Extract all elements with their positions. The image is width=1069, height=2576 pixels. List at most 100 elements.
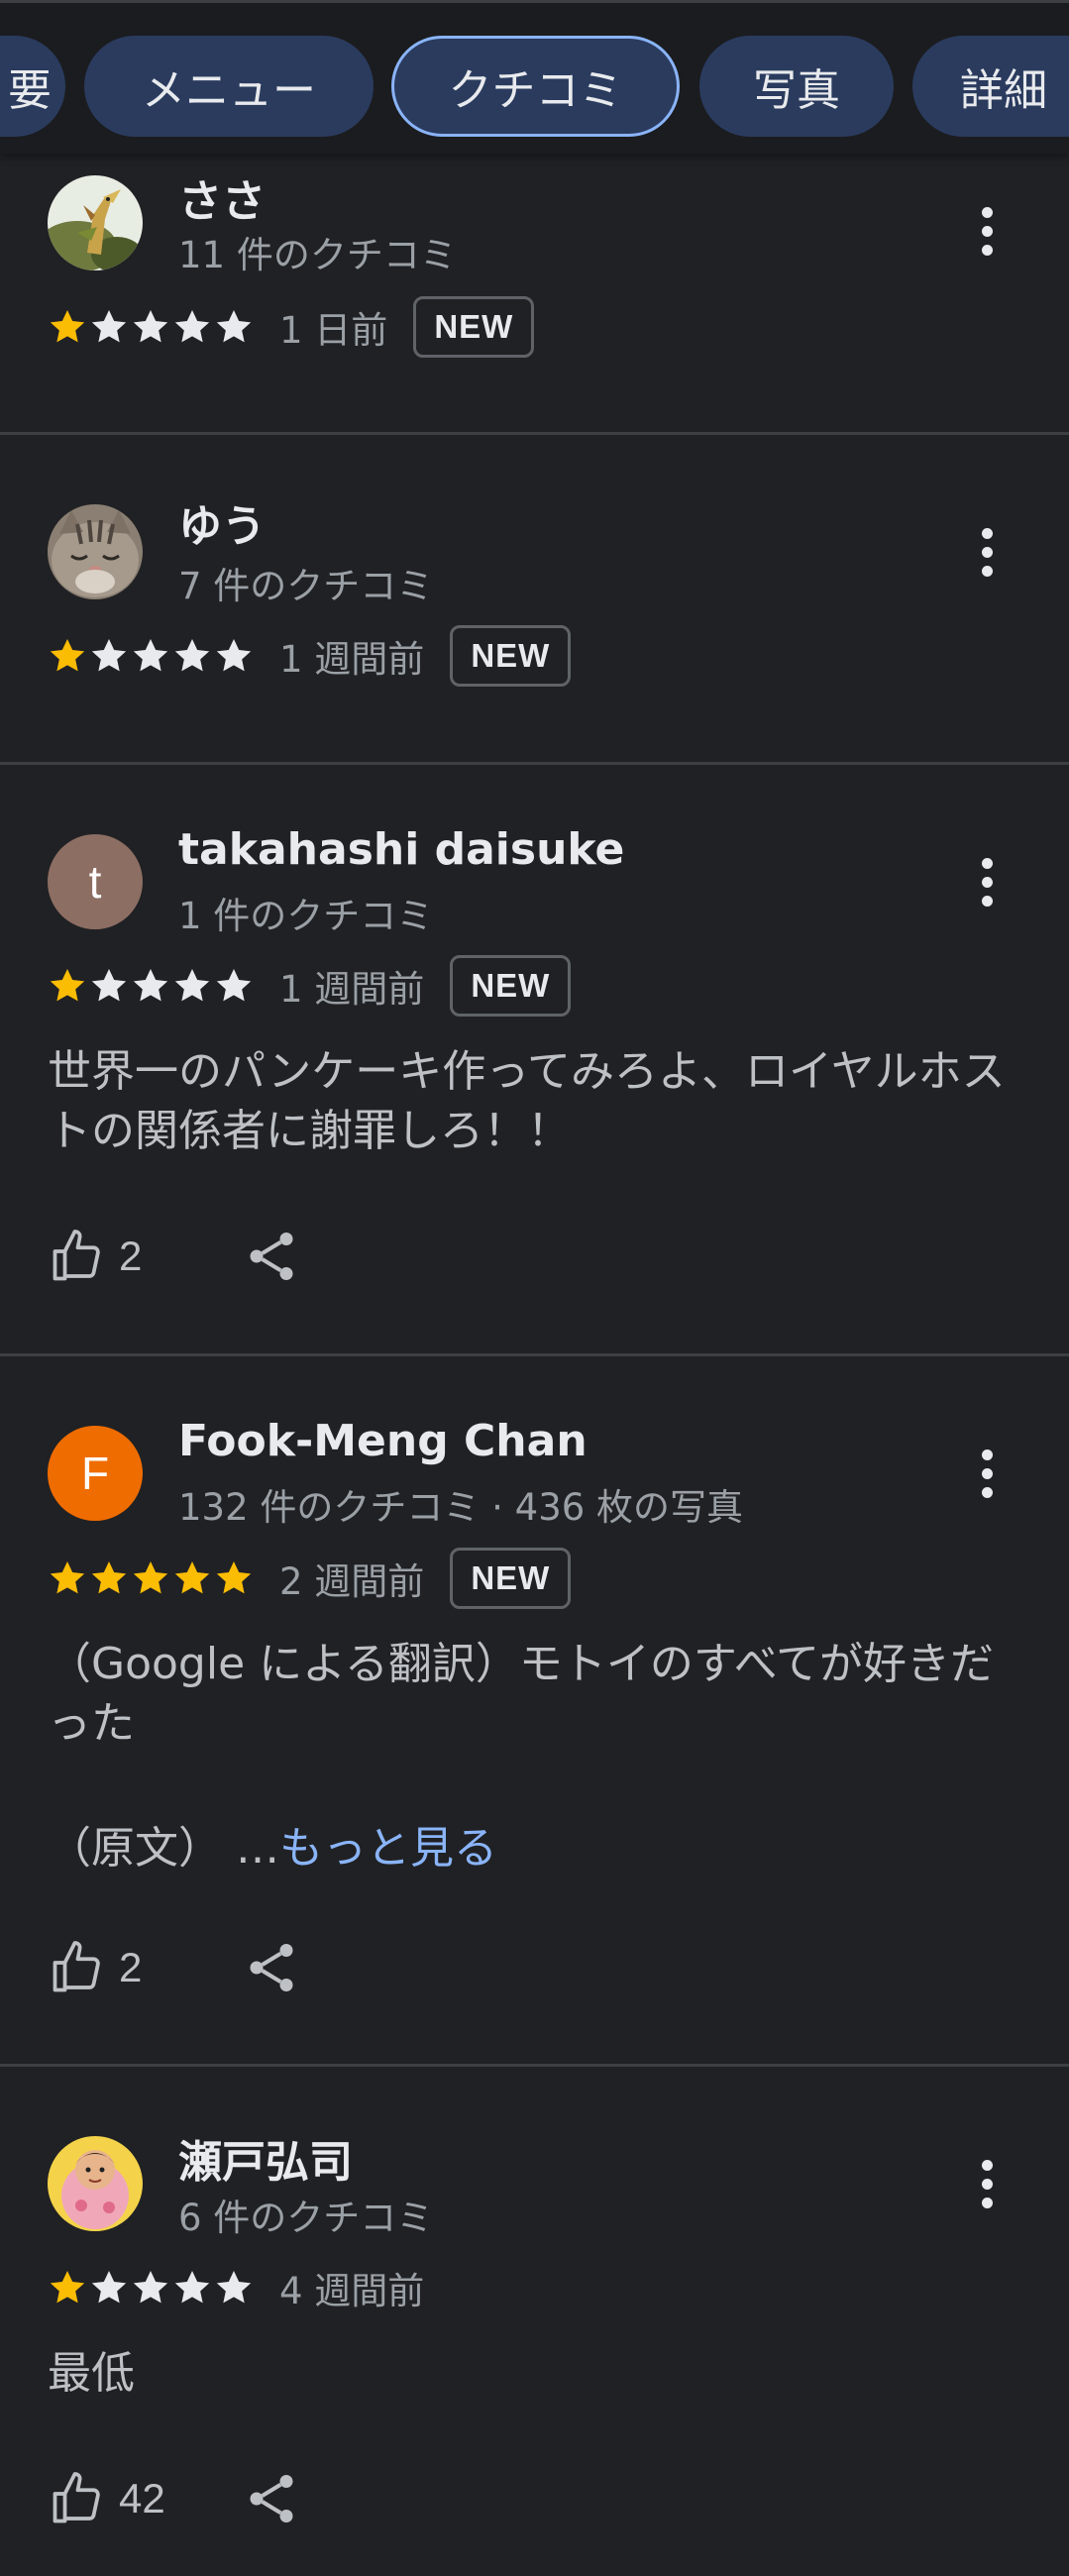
review-time: 1 週間前: [279, 968, 425, 1011]
reviewer-review-count: 1 件のクチコミ: [178, 895, 434, 937]
thumbs-up-icon: [53, 1230, 100, 1281]
star-empty-icon: [133, 2271, 168, 2304]
star-empty-icon: [174, 969, 210, 1002]
rating-row: 2 週間前 NEW: [48, 1546, 572, 1611]
star-empty-icon: [216, 639, 252, 672]
thumbs-up-icon: [53, 1941, 100, 1992]
reviewer-avatar[interactable]: [48, 175, 143, 270]
star-rating: [48, 307, 254, 347]
review-time: 1 日前: [279, 309, 388, 352]
reviews-screen: 要 メニュー クチコミ 写真 詳細 ささ 11 件のクチコミ 1 日前 NEW …: [0, 0, 1069, 2576]
read-more-link[interactable]: もっと見る: [279, 1823, 497, 1874]
reviewer-review-count: 7 件のクチコミ: [178, 565, 434, 607]
star-empty-icon: [216, 969, 252, 1002]
star-filled-icon: [50, 1561, 85, 1594]
star-filled-icon: [216, 1561, 252, 1594]
thumbs-up-icon: [53, 2472, 100, 2523]
star-empty-icon: [133, 310, 168, 343]
tab-bar: 要 メニュー クチコミ 写真 詳細: [0, 0, 1069, 154]
review-time: 1 週間前: [279, 638, 425, 681]
rating-row: 1 週間前 NEW: [48, 953, 572, 1019]
star-rating: [48, 2268, 254, 2308]
reviewer-name[interactable]: Fook-Meng Chan: [178, 1416, 588, 1466]
star-filled-icon: [91, 1561, 127, 1594]
new-badge: NEW: [450, 1548, 572, 1609]
star-empty-icon: [174, 310, 210, 343]
review-text: 世界一のパンケーキ作ってみろよ、ロイヤルホストの関係者に謝罪しろ！！: [48, 1046, 1006, 1156]
tab-menu[interactable]: メニュー: [84, 36, 374, 137]
bird-avatar-icon: [48, 175, 143, 270]
review-time: 4 週間前: [279, 2270, 425, 2312]
share-button[interactable]: [242, 1938, 301, 1997]
tab-menu-label: メニュー: [142, 65, 316, 116]
share-button[interactable]: [242, 2469, 301, 2528]
tab-photos-label: 写真: [753, 65, 840, 116]
rating-row: 1 週間前 NEW: [48, 623, 572, 689]
tab-reviews-label: クチコミ: [448, 65, 623, 116]
tab-details[interactable]: 詳細: [912, 36, 1069, 137]
reviewer-name[interactable]: 瀬戸弘司: [178, 2126, 353, 2190]
star-rating: [48, 636, 254, 676]
share-icon: [250, 2475, 293, 2522]
like-button[interactable]: 2: [48, 1227, 142, 1286]
reviewer-review-count: 132 件のクチコミ · 436 枚の写真: [178, 1486, 744, 1529]
like-count: 2: [119, 1944, 143, 1990]
more-options-icon[interactable]: [957, 2144, 1016, 2223]
review-time: 2 週間前: [279, 1560, 425, 1603]
review-text: 最低: [48, 2348, 135, 2399]
reviewer-avatar[interactable]: F: [48, 1426, 143, 1521]
more-options-icon[interactable]: [957, 842, 1016, 921]
new-badge: NEW: [450, 625, 572, 687]
avatar-letter: F: [80, 1448, 110, 1499]
reviewer-review-count: 6 件のクチコミ: [178, 2197, 434, 2239]
like-button[interactable]: 42: [48, 2469, 165, 2528]
star-filled-icon: [50, 310, 85, 343]
more-options-icon[interactable]: [957, 512, 1016, 591]
person-avatar-icon: [48, 2136, 143, 2231]
reviewer-avatar[interactable]: [48, 2136, 143, 2231]
review-card: 瀬戸弘司 6 件のクチコミ 4 週間前 最低 42: [0, 2067, 1069, 2576]
star-empty-icon: [174, 2271, 210, 2304]
more-options-icon[interactable]: [957, 1434, 1016, 1513]
tab-photos[interactable]: 写真: [699, 36, 894, 137]
rating-row: 1 日前 NEW: [48, 294, 535, 360]
star-filled-icon: [50, 639, 85, 672]
star-filled-icon: [50, 2271, 85, 2304]
share-icon: [250, 1944, 293, 1991]
reviewer-name[interactable]: takahashi daisuke: [178, 824, 624, 875]
reviewer-name[interactable]: ささ: [178, 165, 266, 229]
share-button[interactable]: [242, 1227, 301, 1286]
more-options-icon[interactable]: [957, 191, 1016, 270]
new-badge: NEW: [450, 955, 572, 1017]
original-text-prefix: （原文） …: [48, 1823, 279, 1874]
review-card: ゆう 7 件のクチコミ 1 週間前 NEW: [0, 435, 1069, 765]
review-card: F Fook-Meng Chan 132 件のクチコミ · 436 枚の写真 2…: [0, 1356, 1069, 2067]
like-count: 2: [119, 1233, 143, 1279]
star-empty-icon: [91, 969, 127, 1002]
review-card: ささ 11 件のクチコミ 1 日前 NEW: [0, 154, 1069, 435]
star-filled-icon: [50, 969, 85, 1002]
review-actions: 42: [48, 2464, 293, 2533]
reviewer-review-count: 11 件のクチコミ: [178, 234, 457, 276]
review-actions: 2: [48, 1222, 293, 1291]
tab-details-label: 詳細: [960, 65, 1047, 116]
tab-overview[interactable]: 要: [0, 36, 65, 137]
cat-avatar-icon: [48, 504, 143, 599]
original-text-line: （原文） …もっと見る: [48, 1812, 497, 1876]
review-card: t takahashi daisuke 1 件のクチコミ 1 週間前 NEW 世…: [0, 765, 1069, 1356]
tab-reviews[interactable]: クチコミ: [391, 36, 680, 137]
star-empty-icon: [216, 310, 252, 343]
star-empty-icon: [91, 2271, 127, 2304]
star-empty-icon: [174, 639, 210, 672]
rating-row: 4 週間前: [48, 2255, 424, 2320]
review-text: （Google による翻訳）モトイのすべてが好きだった: [48, 1639, 994, 1749]
reviewer-name[interactable]: ゆう: [178, 490, 266, 554]
star-rating: [48, 966, 254, 1006]
reviewer-avatar[interactable]: [48, 504, 143, 599]
star-empty-icon: [91, 310, 127, 343]
star-rating: [48, 1558, 254, 1598]
reviewer-avatar[interactable]: t: [48, 834, 143, 929]
like-button[interactable]: 2: [48, 1938, 142, 1997]
star-filled-icon: [174, 1561, 210, 1594]
star-empty-icon: [216, 2271, 252, 2304]
